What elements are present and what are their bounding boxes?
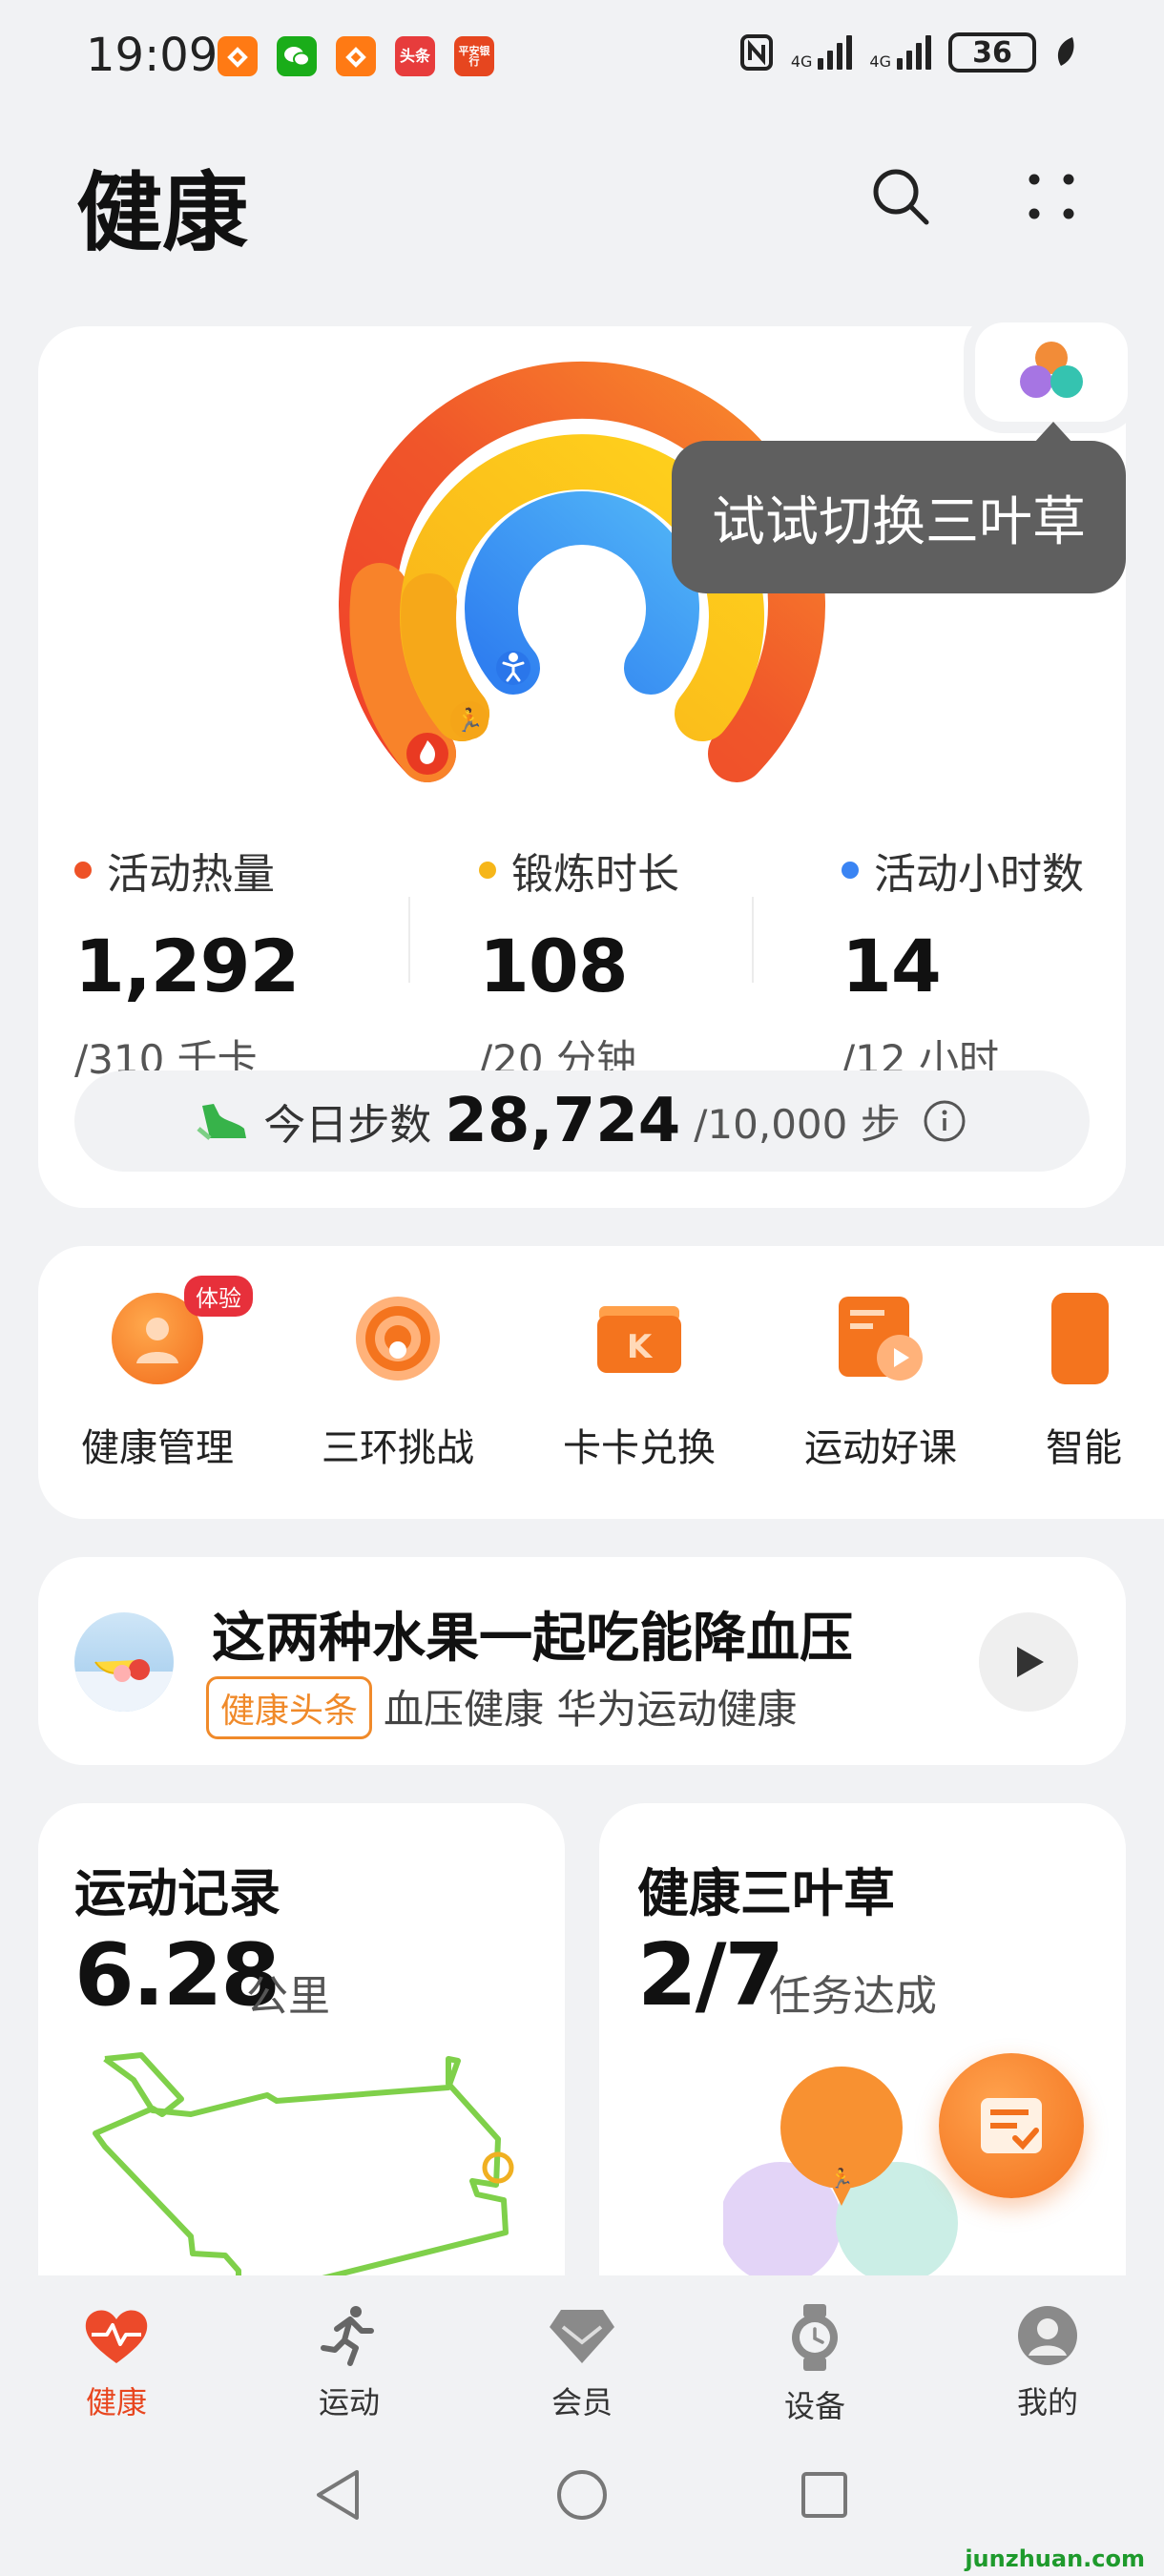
tab-label: 健康: [85, 2384, 147, 2420]
qa-label: 卡卡兑换: [563, 1426, 716, 1470]
health-clover-value: 2/7: [637, 1925, 784, 2025]
exercise-dot: [479, 862, 496, 879]
more-dots-icon: [1029, 174, 1074, 219]
tab-membership[interactable]: 会员: [506, 2304, 658, 2422]
exercise-record-title: 运动记录: [74, 1863, 281, 1923]
status-right: 4G 4G 36: [739, 32, 1078, 73]
stat-hours[interactable]: 活动小时数 14 /12 小时: [842, 840, 1084, 1086]
clover-switch-button[interactable]: [975, 322, 1128, 422]
article-thumbnail: [74, 1612, 174, 1712]
experience-badge: 体验: [184, 1276, 253, 1317]
qa-smart[interactable]: 智能: [1011, 1293, 1164, 1472]
signal-icon-1: 4G: [791, 35, 853, 70]
smart-icon: [1051, 1293, 1109, 1384]
qa-fitness-courses[interactable]: 运动好课: [771, 1293, 990, 1472]
clover-icon: [1020, 342, 1083, 398]
stat-exercise[interactable]: 锻炼时长 108 /20 分钟: [479, 840, 679, 1086]
tab-label: 运动: [318, 2384, 380, 2420]
tab-devices[interactable]: 设备: [738, 2304, 891, 2426]
tab-label: 会员: [551, 2384, 613, 2420]
running-icon: [321, 2306, 374, 2366]
svg-text:K: K: [627, 1328, 654, 1366]
stat-calories[interactable]: 活动热量 1,292 /310 千卡: [74, 840, 300, 1086]
wechat-app-icon: [277, 36, 317, 76]
stat-label: 活动热量: [107, 850, 275, 899]
heart-pulse-icon: [85, 2310, 148, 2363]
qa-three-ring-challenge[interactable]: 三环挑战: [288, 1293, 508, 1472]
svg-text:🏃: 🏃: [830, 2167, 854, 2190]
page-title: 健康: [76, 163, 248, 263]
pingan-bank-app-icon: 平安银行: [454, 36, 494, 76]
qa-label: 健康管理: [81, 1426, 234, 1470]
health-clover-unit: 任务达成: [769, 1972, 937, 2021]
play-icon: [1017, 1647, 1044, 1677]
stat-label: 锻炼时长: [511, 850, 679, 899]
recents-nav-icon[interactable]: [800, 2470, 849, 2520]
article-title[interactable]: 这两种水果一起吃能降血压: [212, 1595, 853, 1672]
divider: [408, 897, 410, 983]
taobao-app-icon-2: [336, 36, 376, 76]
stat-value: 108: [479, 924, 629, 1008]
calories-dot: [74, 862, 92, 879]
status-bar: 19:09 头条 平安银行 4G 4G 36: [0, 0, 1164, 114]
kaka-card-icon: K: [593, 1293, 685, 1384]
watermark: junzhuan.com: [965, 2545, 1145, 2572]
qa-label: 三环挑战: [322, 1426, 474, 1470]
nfc-icon: [739, 34, 773, 71]
article-tag: 健康头条: [206, 1676, 373, 1739]
hours-ring: [465, 491, 699, 695]
stat-value: 14: [842, 924, 942, 1008]
battery-icon: 36: [948, 32, 1036, 73]
target-rings-icon: [352, 1293, 444, 1384]
home-nav-icon[interactable]: [555, 2468, 609, 2522]
route-map: [93, 2052, 514, 2299]
tab-label: 我的: [1016, 2384, 1078, 2420]
article-source: 血压健康 华为运动健康: [384, 1686, 798, 1733]
steps-label: 今日步数: [263, 1101, 432, 1150]
clover-tooltip[interactable]: 试试切换三叶草: [672, 441, 1126, 593]
watch-icon: [792, 2304, 838, 2371]
avatar-icon: [1018, 2306, 1077, 2365]
taobao-app-icon: [218, 36, 258, 76]
stat-value: 1,292: [74, 924, 300, 1008]
status-time: 19:09: [86, 29, 218, 82]
tooltip-arrow: [1034, 422, 1072, 443]
tab-profile[interactable]: 我的: [971, 2304, 1124, 2422]
divider: [752, 897, 754, 983]
qa-health-management[interactable]: 体验 健康管理: [48, 1276, 267, 1472]
tab-label: 设备: [783, 2388, 845, 2424]
stat-label: 活动小时数: [874, 850, 1084, 899]
steps-goal: /10,000 步: [694, 1100, 901, 1148]
hours-dot: [842, 862, 859, 879]
search-button[interactable]: [863, 158, 939, 235]
tab-exercise[interactable]: 运动: [273, 2304, 426, 2422]
checklist-icon: [981, 2098, 1042, 2153]
system-nav-bar: junzhuan.com: [0, 2428, 1164, 2576]
health-clover-title: 健康三叶草: [637, 1863, 895, 1923]
toutiao-app-icon: 头条: [395, 36, 435, 76]
health-management-icon: 体验: [112, 1276, 253, 1384]
info-icon[interactable]: [922, 1098, 967, 1144]
exercise-record-unit: 公里: [246, 1972, 330, 2021]
qa-label: 智能: [1046, 1426, 1122, 1470]
steps-value: 28,724: [445, 1086, 681, 1156]
leaf-icon: [1057, 37, 1074, 66]
qa-kaka-exchange[interactable]: K 卡卡兑换: [530, 1293, 749, 1472]
tab-health[interactable]: 健康: [40, 2304, 193, 2422]
notification-icons: 头条 平安银行: [218, 36, 494, 76]
task-fab[interactable]: [939, 2053, 1084, 2198]
back-nav-icon[interactable]: [311, 2466, 364, 2524]
run-icon: 🏃: [455, 707, 484, 734]
shoe-icon: [197, 1104, 247, 1140]
play-button[interactable]: [979, 1612, 1078, 1712]
video-course-icon: [835, 1293, 926, 1384]
bottom-tab-bar: 健康 运动 会员 设备 我的: [0, 2275, 1164, 2428]
qa-label: 运动好课: [804, 1426, 957, 1470]
steps-pill[interactable]: 今日步数 28,724 /10,000 步: [74, 1070, 1090, 1172]
signal-icon-2: 4G: [869, 35, 931, 70]
diamond-icon: [550, 2310, 614, 2363]
more-button[interactable]: [1013, 158, 1090, 235]
search-icon: [873, 169, 929, 225]
